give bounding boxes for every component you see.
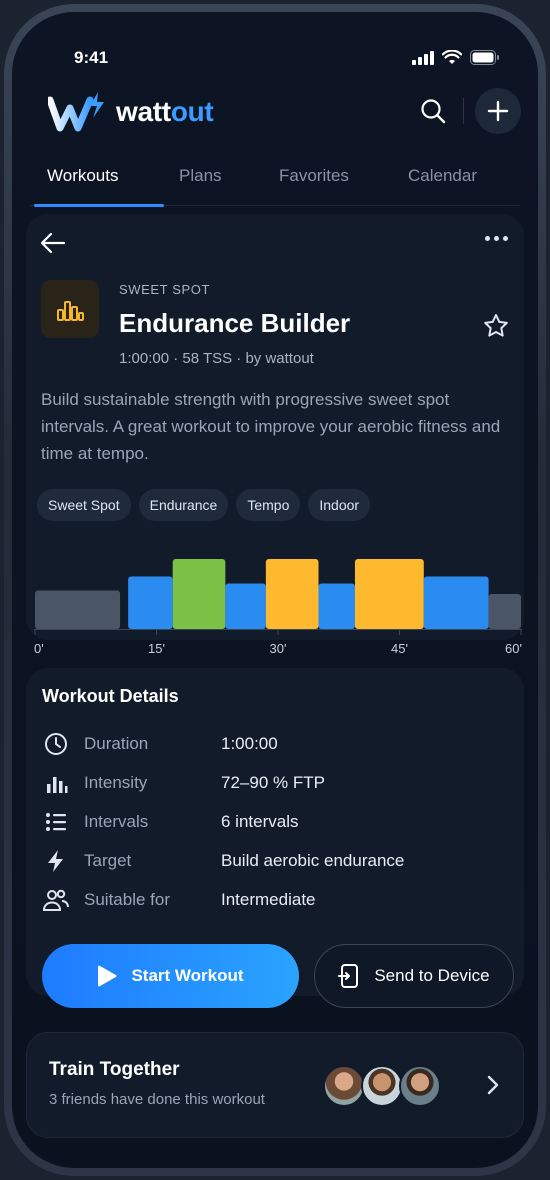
detail-value: 6 intervals — [221, 812, 299, 831]
avatar — [361, 1065, 403, 1107]
interval-bar-yellow — [265, 559, 319, 629]
detail-row-target: Target Build aerobic endurance — [42, 846, 502, 876]
tab-bar: Workouts Plans Favorites Calendar — [30, 160, 520, 207]
interval-bar-blue — [225, 583, 266, 629]
header-divider — [463, 98, 464, 124]
interval-bar-gray — [488, 594, 521, 629]
tab-workouts[interactable]: Workouts — [47, 166, 119, 186]
start-workout-button[interactable]: Start Workout — [42, 944, 299, 1008]
add-button[interactable] — [475, 88, 521, 134]
tab-calendar[interactable]: Calendar — [408, 166, 477, 186]
chevron-right-icon — [487, 1075, 499, 1095]
chart-tick-label: 15' — [148, 641, 165, 656]
workout-profile-chart: 0' 15' 30' 45' 60' — [34, 559, 522, 656]
more-button[interactable] — [485, 236, 508, 241]
train-together-subtitle: 3 friends have done this workout — [49, 1091, 265, 1108]
workout-details-card: Workout Details Duration 1:00:00 Intensi… — [26, 668, 524, 1008]
search-icon — [421, 99, 446, 124]
workout-type-icon — [41, 280, 99, 338]
friend-avatars — [323, 1065, 441, 1107]
detail-value: 72–90 % FTP — [221, 773, 325, 792]
app-name-prefix: watt — [116, 96, 171, 127]
detail-value: Intermediate — [221, 890, 316, 909]
detail-row-duration: Duration 1:00:00 — [42, 729, 502, 759]
interval-bar-blue — [423, 576, 489, 629]
workout-title: Endurance Builder — [119, 308, 351, 338]
more-dot — [485, 236, 490, 241]
status-time: 9:41 — [74, 48, 109, 67]
battery-icon — [470, 50, 499, 65]
signal-icon — [412, 50, 434, 65]
app-name: wattout — [116, 96, 214, 128]
status-icons — [412, 50, 500, 65]
interval-bar-blue — [128, 576, 173, 629]
bar-chart-icon — [47, 777, 68, 793]
avatar — [323, 1065, 365, 1107]
bolt-icon — [48, 850, 63, 872]
detail-row-intensity: Intensity 72–90 % FTP — [42, 768, 502, 798]
chart-tick-label: 30' — [270, 641, 287, 656]
tag-chip[interactable]: Tempo — [236, 489, 301, 521]
detail-value: Build aerobic endurance — [221, 851, 405, 870]
send-to-device-button[interactable]: Send to Device — [314, 944, 514, 1008]
arrow-left-icon — [40, 232, 66, 254]
send-device-icon — [338, 964, 359, 988]
interval-bar-yellow — [354, 559, 424, 629]
sweet-spot-icon — [57, 301, 84, 321]
app-header: wattout — [12, 80, 538, 140]
list-icon — [46, 813, 66, 831]
play-icon — [98, 965, 117, 987]
tag-list: Sweet Spot Endurance Tempo Indoor — [37, 489, 371, 521]
chart-tick-label: 60' — [505, 641, 522, 656]
app-name-suffix: out — [170, 96, 214, 127]
status-bar: 9:41 — [12, 40, 538, 70]
plus-icon — [487, 100, 509, 122]
detail-label: Target — [84, 851, 132, 870]
workout-card: SWEET SPOT Endurance Builder 1:00:00 · 5… — [26, 214, 524, 656]
chart-tick-label: 45' — [391, 641, 408, 656]
details-title: Workout Details — [42, 686, 179, 706]
start-workout-label: Start Workout — [131, 966, 244, 985]
wattout-logo-icon — [48, 92, 104, 132]
workout-meta: 1:00:00 · 58 TSS · by wattout — [119, 350, 314, 367]
wifi-icon — [442, 50, 462, 64]
avatar — [399, 1065, 441, 1107]
tab-favorites[interactable]: Favorites — [279, 166, 349, 186]
workout-description: Build sustainable strength with progress… — [41, 390, 501, 463]
workout-category: SWEET SPOT — [119, 282, 210, 297]
detail-label: Suitable for — [84, 890, 170, 909]
tab-plans[interactable]: Plans — [179, 166, 222, 186]
detail-label: Intervals — [84, 812, 149, 831]
detail-row-suitable-for: Suitable for Intermediate — [42, 885, 502, 915]
more-dot — [503, 236, 508, 241]
detail-row-intervals: Intervals 6 intervals — [42, 807, 502, 837]
interval-bar-blue — [318, 583, 355, 629]
phone-frame: 9:41 wattout Workouts Plans Favorites Ca… — [4, 4, 546, 1176]
train-together-title: Train Together — [49, 1059, 180, 1080]
app-screen: 9:41 wattout Workouts Plans Favorites Ca… — [12, 12, 538, 1168]
tag-chip[interactable]: Sweet Spot — [37, 489, 131, 521]
send-to-device-label: Send to Device — [374, 966, 490, 985]
clock-icon — [45, 733, 67, 755]
users-icon — [43, 889, 69, 911]
tag-chip[interactable]: Indoor — [308, 489, 371, 521]
active-tab-indicator — [34, 204, 164, 207]
train-together-card[interactable]: Train Together 3 friends have done this … — [26, 1032, 524, 1138]
chart-tick-label: 0' — [34, 641, 44, 656]
detail-label: Duration — [84, 734, 149, 753]
back-button[interactable] — [40, 232, 66, 259]
favorite-button[interactable] — [482, 312, 510, 345]
star-icon — [484, 314, 508, 337]
interval-bar-gray — [35, 590, 121, 629]
tag-chip[interactable]: Endurance — [138, 489, 229, 521]
more-dot — [494, 236, 499, 241]
detail-value: 1:00:00 — [221, 734, 278, 753]
search-button[interactable] — [416, 94, 450, 128]
detail-label: Intensity — [84, 773, 148, 792]
app-logo: wattout — [48, 90, 214, 134]
interval-bar-green — [172, 559, 226, 629]
